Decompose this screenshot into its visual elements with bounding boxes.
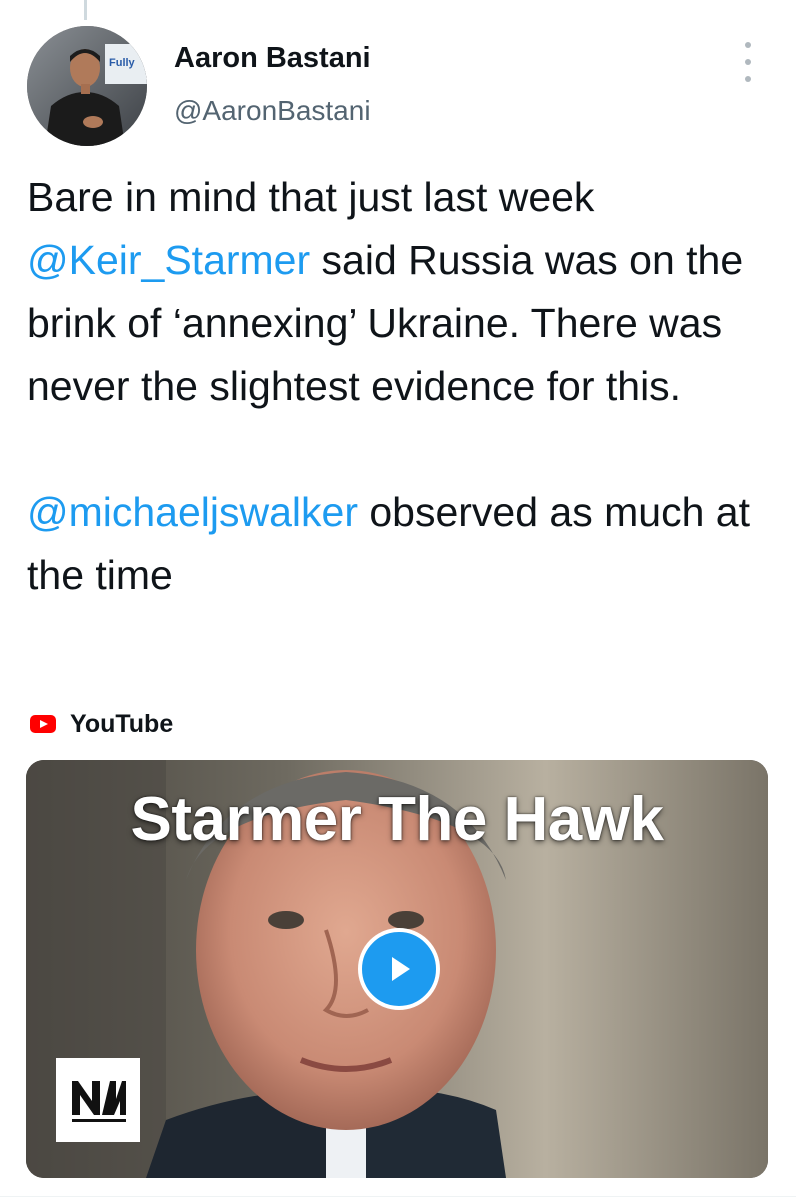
more-dot	[745, 76, 751, 82]
novara-media-logo	[56, 1058, 140, 1142]
video-link-card[interactable]: Starmer The Hawk	[26, 760, 768, 1178]
thread-connector-line	[84, 0, 87, 20]
more-dot	[745, 59, 751, 65]
more-options-icon[interactable]	[734, 42, 762, 82]
play-icon	[392, 957, 410, 981]
thumbnail-title: Starmer The Hawk	[130, 785, 665, 854]
play-button[interactable]	[358, 928, 440, 1010]
author-handle[interactable]: @AaronBastani	[174, 95, 371, 127]
author-name[interactable]: Aaron Bastani	[174, 42, 371, 75]
tweet-text: Bare in mind that just last week @Keir_S…	[27, 166, 787, 607]
mention-michaeljswalker[interactable]: @michaeljswalker	[27, 489, 358, 535]
nm-logo-mark	[72, 1081, 126, 1122]
youtube-icon	[30, 715, 56, 733]
author-avatar[interactable]: Fully	[27, 26, 147, 146]
link-source-label: YouTube	[70, 709, 174, 738]
avatar-photo: Fully	[27, 26, 147, 146]
tweet-text-part: Bare in mind that just last week	[27, 174, 595, 220]
more-dot	[745, 42, 751, 48]
svg-text:Fully: Fully	[109, 57, 136, 69]
link-source: YouTube	[30, 708, 173, 740]
mention-keir-starmer[interactable]: @Keir_Starmer	[27, 237, 310, 283]
divider	[0, 1196, 796, 1197]
